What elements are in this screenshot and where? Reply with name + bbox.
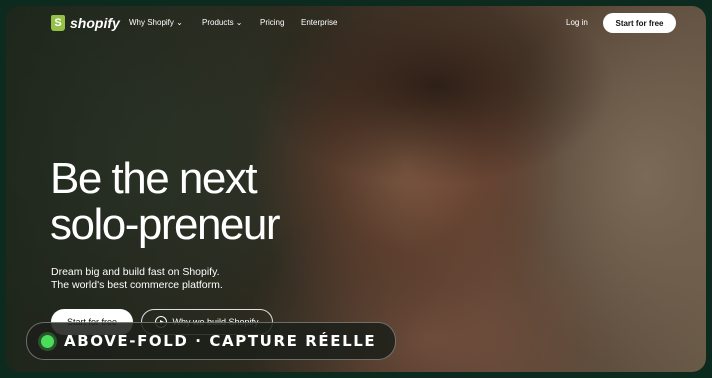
status-dot-icon xyxy=(41,334,54,348)
hero-title-line1: Be the next xyxy=(50,154,258,203)
badge-label: ABOVE-FOLD · CAPTURE RÉELLE xyxy=(64,332,377,350)
hero-title-line2: solo-preneur xyxy=(50,200,281,249)
nav-pricing[interactable]: Pricing xyxy=(260,18,284,27)
hero-frame: S shopify Why Shopify ⌄ Products ⌄ Prici… xyxy=(6,6,706,372)
hero-subtitle: Dream big and build fast on Shopify. The… xyxy=(51,266,311,292)
capture-badge: ABOVE-FOLD · CAPTURE RÉELLE xyxy=(26,322,396,360)
top-nav: S shopify Why Shopify ⌄ Products ⌄ Prici… xyxy=(6,6,706,42)
hero-subtitle-line1: Dream big and build fast on Shopify. xyxy=(51,266,220,278)
shopify-logo[interactable]: S shopify xyxy=(51,15,120,31)
nav-enterprise[interactable]: Enterprise xyxy=(301,18,337,27)
start-free-button[interactable]: Start for free xyxy=(603,13,676,33)
hero-subtitle-line2: The world's best commerce platform. xyxy=(51,279,223,291)
shopify-bag-icon: S xyxy=(51,15,65,31)
login-link[interactable]: Log in xyxy=(566,18,588,27)
hero-title: Be the next solo-preneur xyxy=(50,156,370,248)
nav-products[interactable]: Products ⌄ xyxy=(202,18,243,27)
logo-text: shopify xyxy=(70,15,120,31)
nav-why-shopify[interactable]: Why Shopify ⌄ xyxy=(129,18,183,27)
